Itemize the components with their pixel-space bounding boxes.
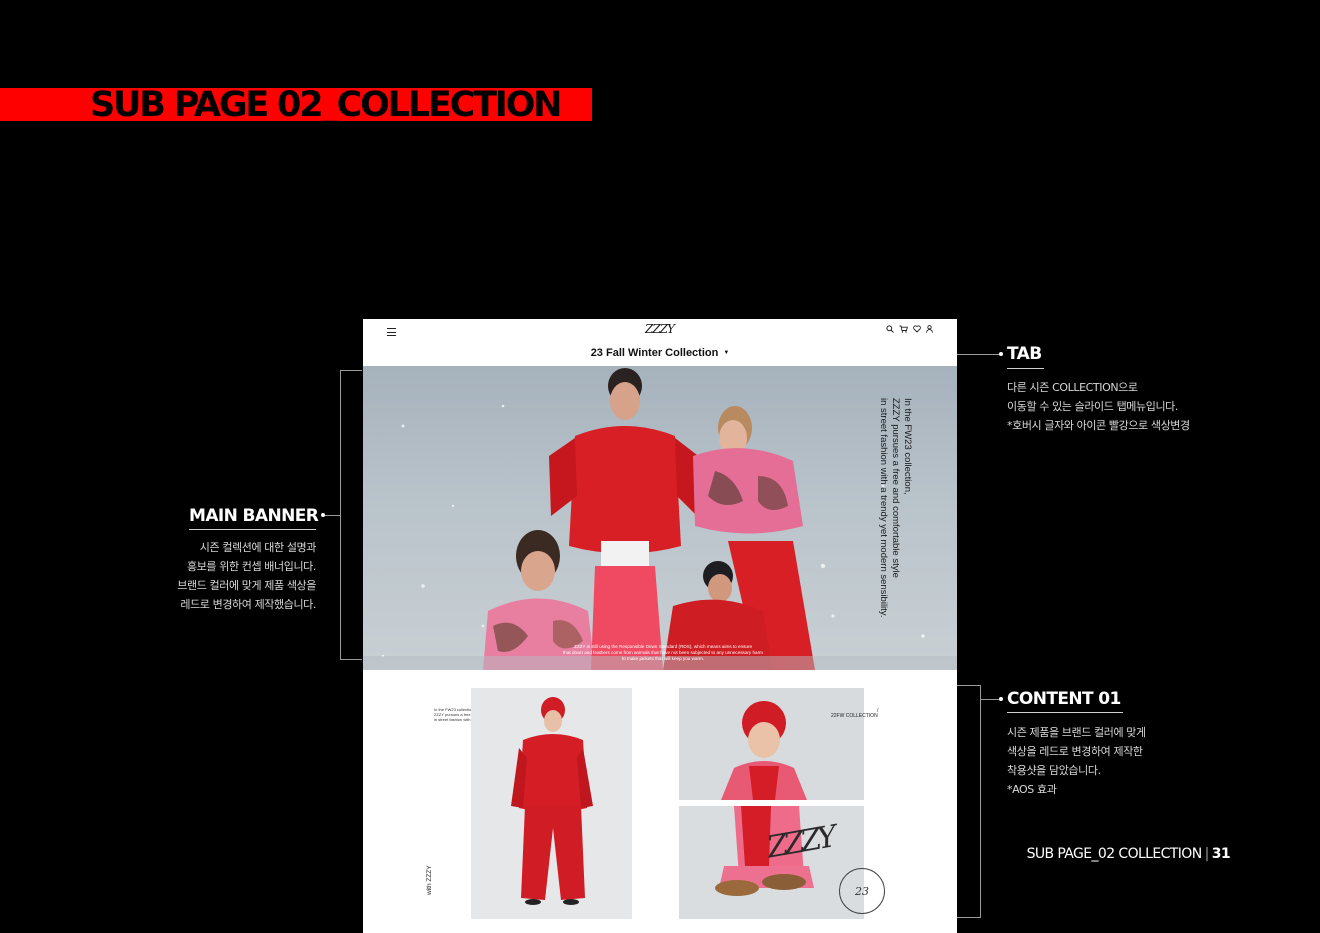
product-photo-full[interactable]	[471, 688, 632, 919]
banner-side-text: In the FW23 collection, ZZZY pursues a f…	[853, 398, 913, 628]
banner-leader-dot	[321, 513, 325, 517]
vertical-brand-text: with ZZZY	[426, 865, 433, 895]
tab-annotation-line: *호버시 글자와 아이콘 빨강으로 색상변경	[1007, 419, 1190, 432]
content-leader-line	[981, 699, 1001, 700]
banner-annotation-line: 브랜드 컬러에 맞게 제품 색상을	[177, 579, 316, 592]
content-annotation-line: 시즌 제품을 브랜드 컬러에 맞게	[1007, 726, 1146, 739]
content-leader-dot	[999, 697, 1003, 701]
content-section: In the FW23 collection, ZZZY pursues a f…	[363, 670, 957, 933]
content-bracket-bottom	[957, 917, 981, 918]
brand-logo[interactable]: ZZZY	[645, 322, 675, 336]
search-icon[interactable]	[886, 325, 894, 335]
banner-annotation-line: 홍보를 위한 컨셉 배너입니다.	[186, 560, 316, 573]
heart-icon[interactable]	[913, 325, 921, 335]
banner-bracket-top	[340, 370, 362, 371]
collection-tag: 22FW COLLECTION	[831, 713, 878, 719]
banner-annotation-desc: 시즌 컬렉션에 대한 설명과 홍보를 위한 컨셉 배너입니다. 브랜드 컬러에 …	[150, 538, 316, 614]
page-number: 31	[1211, 846, 1231, 862]
page-footer: SUB PAGE_02 COLLECTION | 31	[1026, 846, 1231, 862]
footer-separator: |	[1204, 846, 1210, 862]
tab-leader-line	[957, 354, 1001, 355]
content-annotation-line: *AOS 효과	[1007, 783, 1057, 796]
tab-annotation-desc: 다른 시즌 COLLECTION으로 이동할 수 있는 슬라이드 탭메뉴입니다.…	[1007, 378, 1190, 435]
user-icon[interactable]	[926, 325, 933, 335]
cart-icon[interactable]	[899, 325, 908, 335]
banner-annotation-title: MAIN BANNER	[189, 506, 319, 526]
banner-bracket-vertical	[340, 370, 341, 660]
tab-leader-dot	[999, 352, 1003, 356]
banner-annotation-line: 레드로 변경하여 제작했습니다.	[180, 598, 316, 611]
main-banner: In the FW23 collection, ZZZY pursues a f…	[363, 366, 957, 670]
website-mockup: ZZZY 23 Fall Winter Collection ▼ In the …	[363, 319, 957, 933]
content-annotation-underline	[1007, 712, 1123, 713]
banner-annotation-underline	[189, 529, 316, 530]
content-annotation-title: CONTENT 01	[1007, 689, 1121, 709]
tab-annotation-line: 이동할 수 있는 슬라이드 탭메뉴입니다.	[1007, 400, 1179, 413]
banner-leader-line	[323, 515, 340, 516]
hamburger-icon[interactable]	[387, 327, 399, 337]
footer-label: SUB PAGE_02 COLLECTION	[1026, 846, 1203, 862]
banner-side-line: in street fashion with a trendy yet mode…	[878, 398, 889, 618]
tab-annotation-underline	[1007, 368, 1044, 369]
tab-annotation-line: 다른 시즌 COLLECTION으로	[1007, 381, 1138, 394]
site-header: ZZZY 23 Fall Winter Collection ▼	[363, 319, 957, 366]
banner-annotation-line: 시즌 컬렉션에 대한 설명과	[199, 541, 317, 554]
banner-side-line: In the FW23 collection,	[902, 398, 913, 495]
season-badge: 23	[839, 868, 885, 914]
banner-bracket-bottom	[340, 659, 362, 660]
tab-label[interactable]: 23 Fall Winter Collection	[591, 347, 719, 359]
collection-tab[interactable]: 23 Fall Winter Collection ▼	[363, 347, 957, 359]
content-annotation-desc: 시즌 제품을 브랜드 컬러에 맞게 색상을 레드로 변경하여 제작한 착용샷을 …	[1007, 723, 1146, 799]
content-bracket-vertical	[980, 685, 981, 918]
content-bracket-top	[957, 685, 981, 686]
tab-annotation-title: TAB	[1007, 344, 1042, 364]
header-icons	[886, 325, 933, 335]
banner-caption: ZZZY is still using the Responsible Down…	[513, 644, 813, 662]
content-annotation-line: 색상을 레드로 변경하여 제작한	[1007, 745, 1143, 758]
chevron-down-icon[interactable]: ▼	[723, 350, 729, 356]
banner-caption-line: to make jackets that will keep you warm.	[621, 656, 705, 661]
section-title: SUB PAGE 02_COLLECTION	[90, 85, 562, 125]
banner-side-line: ZZZY pursues a free and comfortable styl…	[890, 398, 901, 578]
product-photo-portrait[interactable]	[679, 688, 864, 800]
content-annotation-line: 착용샷을 담았습니다.	[1007, 764, 1101, 777]
